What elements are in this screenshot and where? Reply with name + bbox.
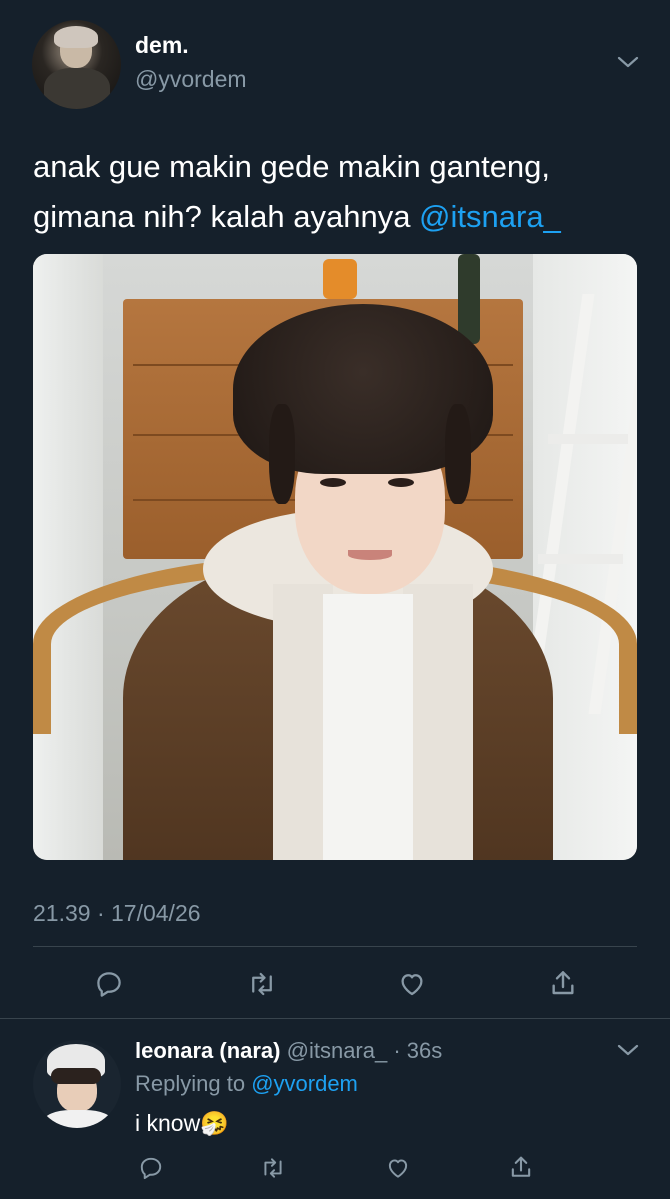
reply-icon[interactable] (94, 969, 124, 999)
tweet-photo[interactable] (33, 254, 637, 860)
reply-display-name[interactable]: leonara (nara) (135, 1038, 281, 1063)
author-avatar[interactable] (32, 20, 121, 109)
tweet-text-line-1: anak gue makin gede makin ganteng, (33, 149, 551, 184)
tweet-text-line-2: gimana nih? kalah ayahnya @itsnara_ (33, 192, 653, 242)
retweet-icon[interactable] (259, 1155, 287, 1181)
author-display-name[interactable]: dem. (135, 32, 189, 59)
share-icon[interactable] (507, 1153, 535, 1181)
tweet-text: anak gue makin gede makin ganteng, giman… (33, 142, 653, 242)
replying-to-label: Replying to (135, 1071, 252, 1096)
reply-text-content: i know (135, 1110, 201, 1136)
author-handle[interactable]: @yvordem (135, 66, 247, 93)
chevron-down-icon[interactable] (616, 54, 640, 70)
reply-icon[interactable] (138, 1155, 164, 1181)
tweet-text-line-2-prefix: gimana nih? kalah ayahnya (33, 199, 420, 234)
sneezing-face-emoji: 🤧 (200, 1110, 229, 1136)
replying-to-line: Replying to @yvordem (135, 1071, 358, 1097)
reply-handle-time[interactable]: @itsnara_ · 36s (287, 1038, 443, 1063)
divider (0, 1018, 670, 1019)
tweet-timestamp[interactable]: 21.39 · 17/04/26 (33, 900, 201, 927)
chevron-down-icon[interactable] (616, 1042, 640, 1058)
share-icon[interactable] (547, 967, 579, 999)
mention-link[interactable]: @itsnara_ (419, 199, 561, 234)
retweet-icon[interactable] (246, 969, 278, 999)
like-icon[interactable] (384, 1155, 412, 1181)
reply-author-avatar[interactable] (33, 1040, 121, 1128)
like-icon[interactable] (396, 969, 428, 999)
reply-header: leonara (nara) @itsnara_ · 36s (135, 1038, 442, 1064)
replying-to-link[interactable]: @yvordem (251, 1071, 358, 1096)
reply-text: i know🤧 (135, 1110, 229, 1137)
divider (33, 946, 637, 947)
